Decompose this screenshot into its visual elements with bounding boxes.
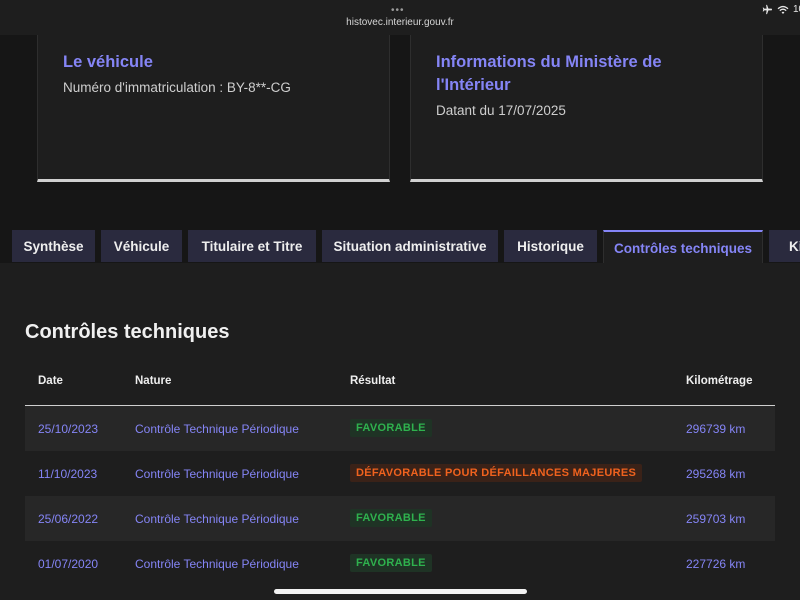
result-badge: DÉFAVORABLE POUR DÉFAILLANCES MAJEURES — [350, 464, 643, 482]
vehicle-card-title: Le véhicule — [63, 53, 153, 71]
table-row: 11/10/2023 Contrôle Technique Périodique… — [25, 451, 775, 496]
ministry-info-card: Informations du Ministère de l'Intérieur… — [410, 35, 763, 182]
technical-inspections-panel: Contrôles techniques Date Nature Résulta… — [0, 263, 800, 600]
result-badge: FAVORABLE — [350, 554, 432, 572]
column-header-kilometrage: Kilométrage — [686, 375, 753, 387]
table-row: 25/10/2023 Contrôle Technique Périodique… — [25, 406, 775, 451]
inspections-table: Date Nature Résultat Kilométrage 25/10/2… — [25, 353, 775, 586]
inspection-mileage: 295268 km — [686, 467, 746, 481]
airplane-icon — [762, 4, 773, 15]
inspection-date: 01/07/2020 — [38, 557, 99, 571]
inspection-nature: Contrôle Technique Périodique — [135, 467, 299, 481]
url-bar[interactable]: histovec.interieur.gouv.fr — [0, 17, 800, 28]
section-title: Contrôles techniques — [25, 321, 230, 343]
inspection-mileage: 259703 km — [686, 512, 746, 526]
table-header: Date Nature Résultat Kilométrage — [25, 353, 775, 406]
browser-status-bar: ••• histovec.interieur.gouv.fr 10 — [0, 0, 800, 35]
tab-controles-techniques[interactable]: Contrôles techniques — [603, 230, 763, 264]
inspection-nature: Contrôle Technique Périodique — [135, 512, 299, 526]
inspection-mileage: 227726 km — [686, 557, 746, 571]
page-content: Le véhicule Numéro d'immatriculation : B… — [0, 35, 800, 600]
report-tabs: Synthèse Véhicule Titulaire et Titre Sit… — [0, 230, 800, 264]
tab-situation-administrative[interactable]: Situation administrative — [322, 230, 498, 262]
wifi-icon — [777, 5, 789, 15]
column-header-date: Date — [38, 375, 63, 387]
inspection-mileage: 296739 km — [686, 422, 746, 436]
table-row: 01/07/2020 Contrôle Technique Périodique… — [25, 541, 775, 586]
multitask-dots-icon[interactable]: ••• — [391, 5, 405, 16]
registration-number-text: Numéro d'immatriculation : BY-8**-CG — [63, 80, 291, 95]
vehicle-card: Le véhicule Numéro d'immatriculation : B… — [37, 35, 390, 182]
inspection-nature: Contrôle Technique Périodique — [135, 557, 299, 571]
tab-titulaire-et-titre[interactable]: Titulaire et Titre — [188, 230, 316, 262]
inspection-nature: Contrôle Technique Périodique — [135, 422, 299, 436]
column-header-nature: Nature — [135, 375, 172, 387]
result-badge: FAVORABLE — [350, 419, 432, 437]
status-icons: 10 — [762, 4, 800, 15]
inspection-date: 11/10/2023 — [38, 467, 98, 481]
tab-historique[interactable]: Historique — [504, 230, 597, 262]
tab-vehicule[interactable]: Véhicule — [101, 230, 182, 262]
tab-kilometrage[interactable]: Kilo — [769, 230, 800, 262]
table-row: 25/06/2022 Contrôle Technique Périodique… — [25, 496, 775, 541]
column-header-resultat: Résultat — [350, 375, 396, 387]
status-time-text: 10 — [793, 4, 800, 15]
data-date-text: Datant du 17/07/2025 — [436, 103, 566, 118]
ministry-card-title: Informations du Ministère de l'Intérieur — [436, 53, 662, 94]
home-indicator[interactable] — [274, 589, 527, 594]
inspection-date: 25/06/2022 — [38, 512, 99, 526]
tab-synthese[interactable]: Synthèse — [12, 230, 95, 262]
result-badge: FAVORABLE — [350, 509, 432, 527]
inspection-date: 25/10/2023 — [38, 422, 99, 436]
